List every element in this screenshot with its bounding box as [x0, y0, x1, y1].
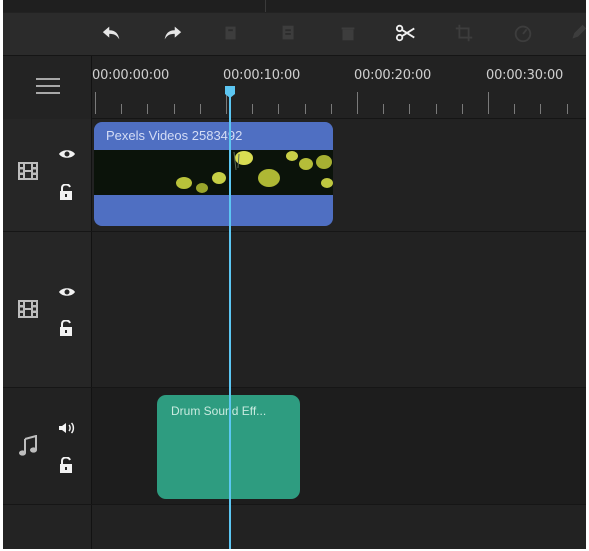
undo-icon	[102, 26, 120, 40]
eye-icon[interactable]	[57, 285, 77, 299]
video-clip[interactable]: Pexels Videos 2583492	[94, 122, 333, 226]
crop-icon	[455, 24, 473, 42]
ruler-minor-tick	[304, 104, 306, 114]
audio-clip-title: Drum Sound Eff...	[171, 404, 267, 418]
ruler-minor-tick	[199, 104, 201, 114]
ruler-major-tick	[488, 92, 489, 114]
edit-icon	[572, 24, 586, 39]
video-track-2-area[interactable]	[92, 232, 586, 387]
music-note-icon	[17, 434, 39, 458]
split-button[interactable]	[394, 21, 418, 45]
time-label-0: 00:00:00:00	[92, 68, 170, 83]
delete-icon	[341, 27, 355, 41]
speed-button[interactable]	[511, 21, 535, 45]
timeline-editor: 00:00:00:00 00:00:10:00 00:00:20:00 00:0…	[3, 0, 586, 549]
copy-icon	[225, 26, 236, 40]
split-scissors-icon	[395, 24, 415, 42]
video-track-1-header	[3, 119, 92, 231]
ruler-minor-tick	[435, 104, 437, 114]
ruler-minor-tick	[278, 104, 280, 114]
ruler-major-tick	[95, 92, 96, 114]
playhead-line[interactable]	[229, 86, 231, 549]
ruler-minor-tick	[540, 104, 542, 114]
ruler-minor-tick	[330, 104, 332, 114]
unlock-icon[interactable]	[58, 456, 74, 474]
time-label-30: 00:00:30:00	[486, 68, 564, 83]
ruler-minor-tick	[252, 104, 254, 114]
speed-icon	[514, 25, 532, 43]
paste-icon	[282, 25, 294, 40]
video-clip-thumbnail	[94, 150, 333, 195]
time-label-10: 00:00:10:00	[223, 68, 301, 83]
speaker-icon[interactable]	[57, 420, 77, 436]
undo-button[interactable]	[100, 21, 124, 45]
unlock-icon[interactable]	[58, 319, 74, 337]
time-ruler[interactable]: 00:00:00:00 00:00:10:00 00:00:20:00 00:0…	[92, 56, 586, 119]
unlock-icon[interactable]	[58, 183, 74, 201]
copy-button[interactable]	[219, 21, 243, 45]
ruler-minor-tick	[461, 104, 463, 114]
redo-button[interactable]	[160, 21, 184, 45]
crop-button[interactable]	[452, 21, 476, 45]
film-icon	[17, 160, 39, 182]
edit-button[interactable]	[566, 21, 586, 45]
ruler-minor-tick	[409, 104, 411, 114]
time-label-20: 00:00:20:00	[354, 68, 432, 83]
video-track-2	[3, 232, 586, 388]
top-strip-divider	[265, 0, 266, 12]
ruler-minor-tick	[147, 104, 149, 114]
eye-icon[interactable]	[57, 147, 77, 161]
video-clip-title: Pexels Videos 2583492	[106, 128, 243, 143]
ruler-major-tick	[357, 92, 358, 114]
film-icon	[17, 298, 39, 320]
paste-button[interactable]	[277, 21, 301, 45]
ruler-minor-tick	[173, 104, 175, 114]
delete-button[interactable]	[336, 21, 360, 45]
audio-track-header	[3, 388, 92, 504]
ruler-minor-tick	[566, 104, 568, 114]
video-track-2-header	[3, 232, 92, 387]
ruler-minor-tick	[514, 104, 516, 114]
toolbar	[3, 13, 586, 56]
timeline-menu-button[interactable]	[36, 76, 60, 96]
playhead-handle[interactable]	[225, 86, 235, 98]
ruler-minor-tick	[121, 104, 123, 114]
ruler-minor-tick	[383, 104, 385, 114]
top-strip	[3, 0, 586, 12]
redo-icon	[164, 26, 182, 40]
